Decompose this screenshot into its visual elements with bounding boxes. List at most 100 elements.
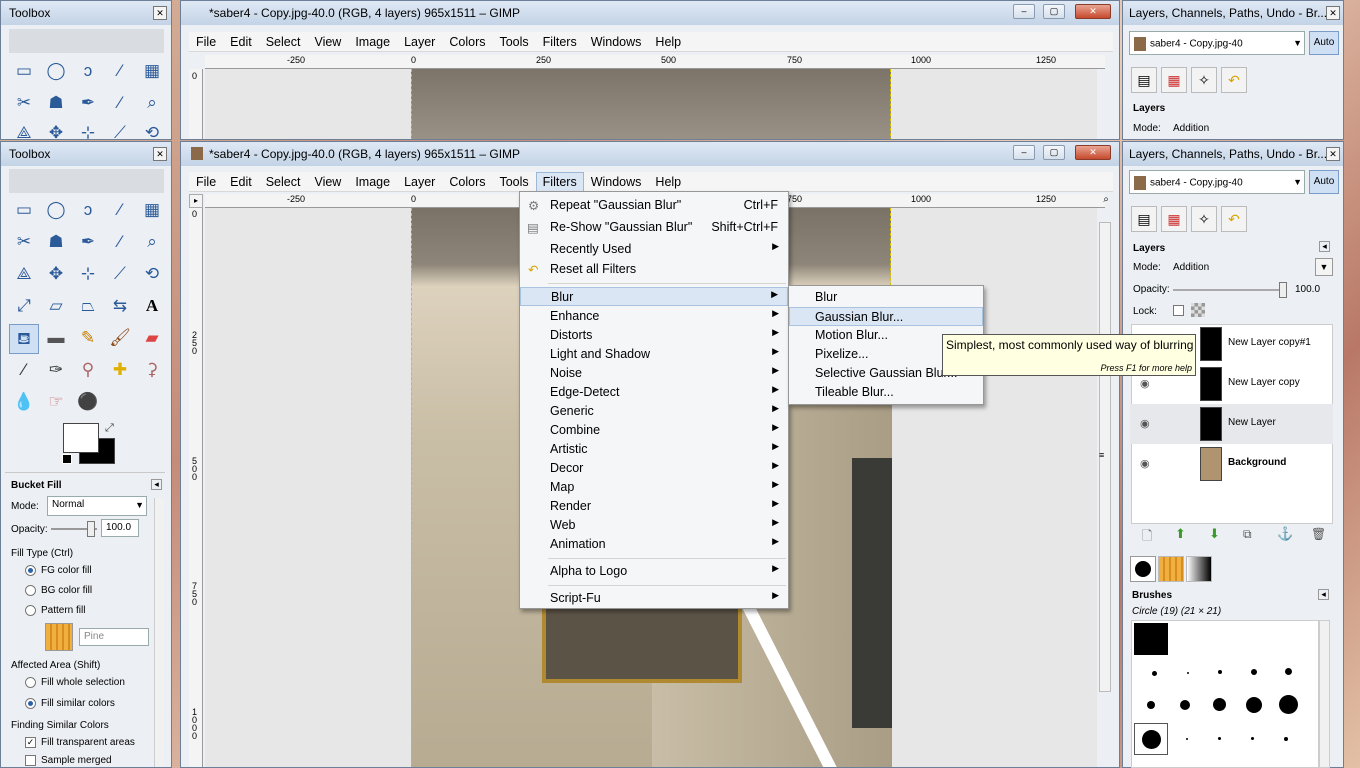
free-select-icon[interactable]: ↄ xyxy=(73,196,103,226)
blur-sharpen-icon[interactable]: 💧 xyxy=(9,388,39,418)
menu-tools[interactable]: Tools xyxy=(492,32,535,52)
align-icon[interactable]: ⊹ xyxy=(73,260,103,290)
menu-help[interactable]: Help xyxy=(648,32,688,52)
menu-select[interactable]: Select xyxy=(259,32,308,52)
fill-similar-colors-option[interactable]: Fill similar colors xyxy=(25,698,115,709)
web-category-item[interactable]: Web ▶ xyxy=(520,516,788,535)
color-picker-icon[interactable]: ⁄ xyxy=(105,228,135,258)
layers-dock-background[interactable]: Layers, Channels, Paths, Undo - Br... ✕ … xyxy=(1122,0,1344,140)
zoom-icon[interactable]: ⌕ xyxy=(137,228,167,258)
paths-tab-icon[interactable]: ✧ xyxy=(1191,67,1217,93)
brush-item[interactable] xyxy=(1187,672,1189,674)
fuzzy-select-icon[interactable]: ⁄ xyxy=(105,57,135,87)
crop-icon[interactable]: ⟋ xyxy=(105,119,135,139)
auto-button[interactable]: Auto xyxy=(1309,170,1339,194)
measure-icon[interactable]: ⟁ xyxy=(9,119,39,139)
patterns-tab-icon[interactable] xyxy=(1158,556,1184,582)
checkbox[interactable] xyxy=(25,755,36,766)
map-category-item[interactable]: Map ▶ xyxy=(520,478,788,497)
mode-select[interactable]: Normal ▼ xyxy=(47,496,147,516)
menu-colors[interactable]: Colors xyxy=(442,172,492,192)
toolbox-window-background[interactable]: Toolbox ✕ ▭ ◯ ↄ ⁄ ▦ ✂ ☗ ✒ ⁄ ⌕ ⟁ ✥ ⊹ ⟋ ⟲ xyxy=(0,0,172,140)
repeat-filter-item[interactable]: ⚙ Repeat "Gaussian Blur" Ctrl+F xyxy=(520,196,788,215)
panel-menu-icon[interactable]: ◂ xyxy=(1319,241,1330,252)
menu-windows[interactable]: Windows xyxy=(584,32,649,52)
layer-row[interactable]: ◉ Background xyxy=(1130,444,1333,484)
artistic-category-item[interactable]: Artistic ▶ xyxy=(520,440,788,459)
visibility-eye-icon[interactable]: ◉ xyxy=(1140,417,1150,430)
light-shadow-category-item[interactable]: Light and Shadow ▶ xyxy=(520,345,788,364)
maximize-icon[interactable]: ▢ xyxy=(1043,4,1065,19)
layers-tab-icon[interactable]: ▤ xyxy=(1131,206,1157,232)
fuzzy-select-icon[interactable]: ⁄ xyxy=(105,196,135,226)
free-select-icon[interactable]: ↄ xyxy=(73,57,103,87)
menu-tools[interactable]: Tools xyxy=(492,172,535,192)
brushes-grid[interactable] xyxy=(1131,620,1319,768)
layer-row-selected[interactable]: ◉ New Layer xyxy=(1130,404,1333,444)
move-icon[interactable]: ✥ xyxy=(41,119,71,139)
paths-icon[interactable]: ✒ xyxy=(73,228,103,258)
undo-tab-icon[interactable]: ↶ xyxy=(1221,206,1247,232)
dodge-burn-icon[interactable]: ⚫ xyxy=(73,388,103,418)
measure-icon[interactable]: ⟁ xyxy=(9,260,39,290)
brush-item[interactable] xyxy=(1285,668,1292,675)
mode-value[interactable]: Addition xyxy=(1173,123,1209,134)
enhance-category-item[interactable]: Enhance ▶ xyxy=(520,307,788,326)
fill-transparent-option[interactable]: ✓ Fill transparent areas xyxy=(25,737,135,748)
brush-item[interactable] xyxy=(1186,738,1188,740)
brush-item[interactable] xyxy=(1251,737,1254,740)
brushes-scrollbar[interactable] xyxy=(1319,620,1330,768)
paintbrush-icon[interactable]: 🖌 xyxy=(105,324,135,354)
menu-filters[interactable]: Filters xyxy=(536,32,584,52)
paths-tab-icon[interactable]: ✧ xyxy=(1191,206,1217,232)
checkbox-checked[interactable]: ✓ xyxy=(25,737,36,748)
perspective-icon[interactable]: ⏢ xyxy=(73,292,103,322)
rotate-icon[interactable]: ⟲ xyxy=(137,119,167,139)
rect-select-icon[interactable]: ▭ xyxy=(9,196,39,226)
close-icon[interactable]: ✕ xyxy=(153,147,167,161)
new-layer-icon[interactable]: 🗋 xyxy=(1142,527,1152,549)
pencil-icon[interactable]: ✎ xyxy=(73,324,103,354)
pattern-fill-option[interactable]: Pattern fill xyxy=(25,605,85,616)
close-window-icon[interactable]: ✕ xyxy=(1075,4,1111,19)
maximize-icon[interactable]: ▢ xyxy=(1043,145,1065,160)
color-select-icon[interactable]: ▦ xyxy=(137,57,167,87)
menu-help[interactable]: Help xyxy=(648,172,688,192)
scissors-icon[interactable]: ✂ xyxy=(9,89,39,119)
toolbox-window[interactable]: Toolbox ✕ ▭ ◯ ↄ ⁄ ▦ ✂ ☗ ✒ ⁄ ⌕ ⟁ ✥ ⊹ ⟋ ⟲ … xyxy=(0,141,172,768)
render-category-item[interactable]: Render ▶ xyxy=(520,497,788,516)
zoom-fit-icon[interactable]: ⌕ xyxy=(1099,194,1113,208)
smudge-icon[interactable]: ☞ xyxy=(41,388,71,418)
brush-item[interactable] xyxy=(1152,671,1157,676)
bucket-fill-icon[interactable]: ⛾ xyxy=(9,324,39,354)
blur-item[interactable]: Blur xyxy=(789,288,983,307)
lower-layer-icon[interactable]: ⬇ xyxy=(1209,526,1220,542)
menu-layer[interactable]: Layer xyxy=(397,32,442,52)
menu-image[interactable]: Image xyxy=(348,32,397,52)
visibility-eye-icon[interactable]: ◉ xyxy=(1140,377,1150,390)
heal-icon[interactable]: ✚ xyxy=(105,356,135,386)
edge-detect-category-item[interactable]: Edge-Detect ▶ xyxy=(520,383,788,402)
radio[interactable] xyxy=(25,677,36,688)
ellipse-select-icon[interactable]: ◯ xyxy=(41,57,71,87)
menu-view[interactable]: View xyxy=(307,172,348,192)
radio-selected[interactable] xyxy=(25,565,36,576)
brush-item[interactable] xyxy=(1284,737,1288,741)
decor-category-item[interactable]: Decor ▶ xyxy=(520,459,788,478)
reset-filters-item[interactable]: ↶ Reset all Filters xyxy=(520,260,788,279)
radio-selected[interactable] xyxy=(25,698,36,709)
shear-icon[interactable]: ▱ xyxy=(41,292,71,322)
raise-layer-icon[interactable]: ⬆ xyxy=(1175,526,1186,542)
menu-edit[interactable]: Edit xyxy=(223,32,259,52)
pattern-name-field[interactable]: Pine xyxy=(79,628,149,646)
combine-category-item[interactable]: Combine ▶ xyxy=(520,421,788,440)
brush-item[interactable] xyxy=(1279,695,1298,714)
blur-category-item[interactable]: Blur ▶ xyxy=(520,287,788,306)
lock-alpha-icon[interactable] xyxy=(1191,303,1205,317)
foreground-select-icon[interactable]: ☗ xyxy=(41,228,71,258)
slider-handle[interactable] xyxy=(87,521,95,537)
close-window-icon[interactable]: ✕ xyxy=(1075,145,1111,160)
options-scrollbar[interactable] xyxy=(154,498,164,767)
noise-category-item[interactable]: Noise ▶ xyxy=(520,364,788,383)
script-fu-item[interactable]: Script-Fu ▶ xyxy=(520,589,788,608)
